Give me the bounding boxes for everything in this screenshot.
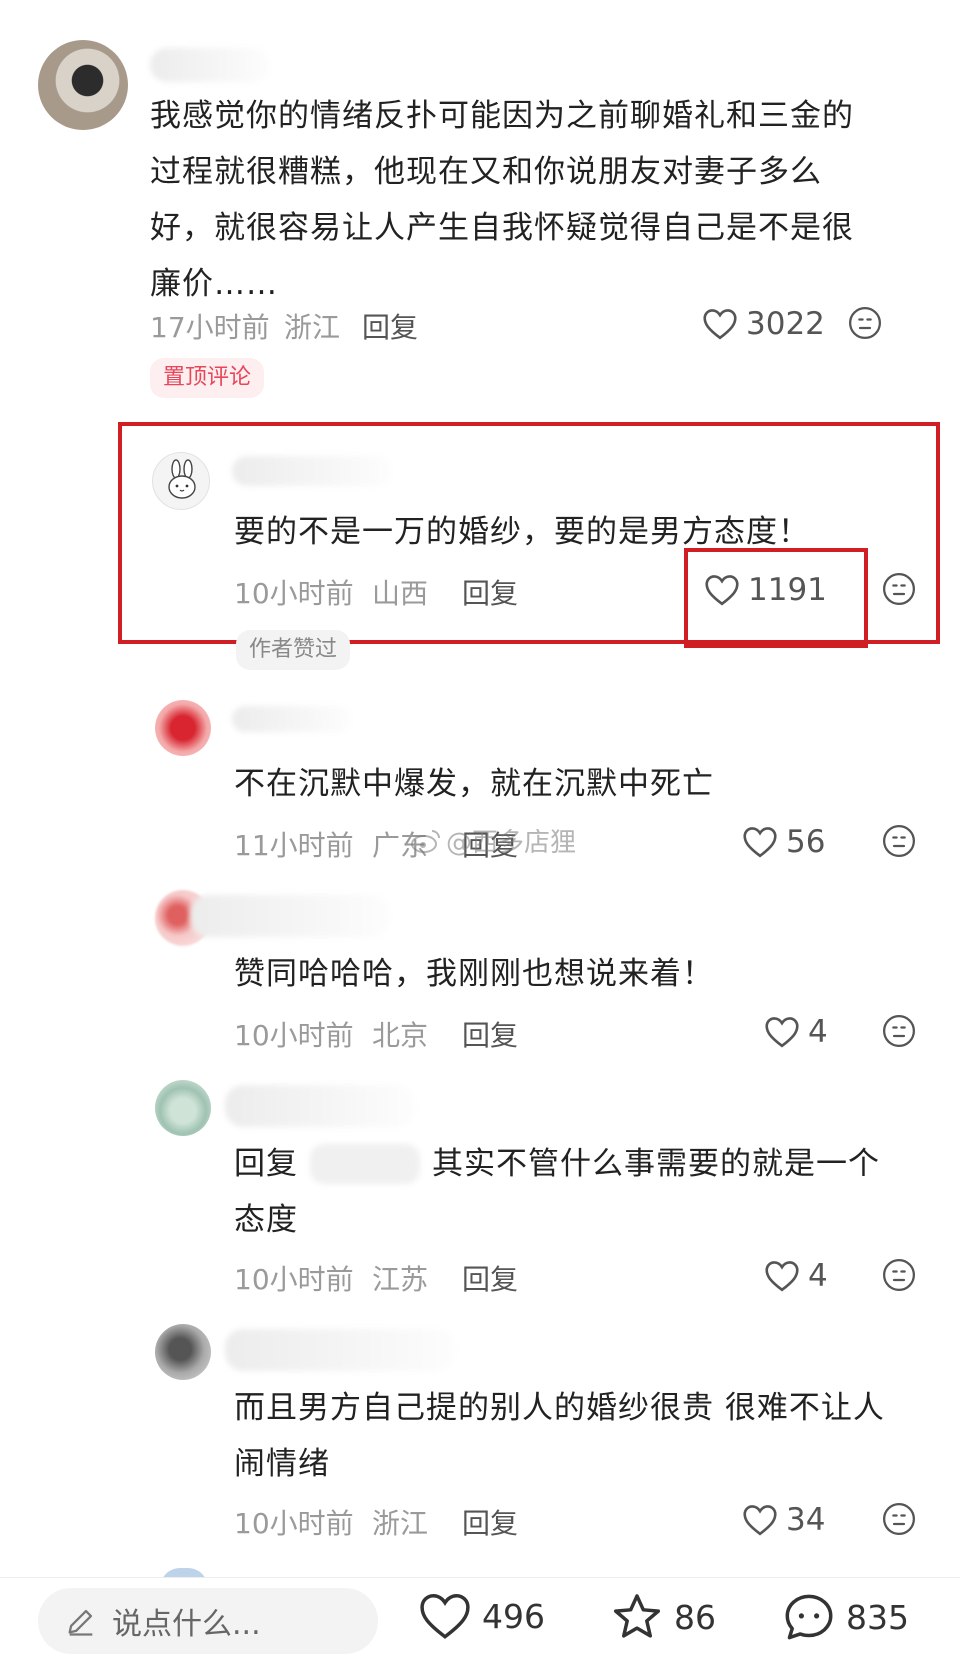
comment-line: 态度 [234,1202,298,1238]
comment-text: 我感觉你的情绪反扑可能因为之前聊婚礼和三金的 过程就很糟糕，他现在又和你说朋友对… [150,88,940,312]
comment-text: 而且男方自己提的别人的婚纱很贵 很难不让人 闹情绪 [234,1380,944,1492]
comment-line: 我感觉你的情绪反扑可能因为之前聊婚礼和三金的 [150,98,854,134]
like-button[interactable]: 4 [764,1258,828,1294]
comment-text: 赞同哈哈哈，我刚刚也想说来着！ [234,946,914,1002]
bottom-bar: 说点什么... 496 86 835 [0,1577,960,1662]
comment-region: 浙江 [284,311,341,344]
emoji-face-icon[interactable] [882,1258,916,1292]
heart-icon [743,1505,777,1536]
post-favorite-count: 86 [674,1597,716,1637]
like-count: 56 [786,824,826,860]
heart-icon [765,1261,799,1292]
post-like-button[interactable]: 496 [418,1592,545,1640]
heart-icon [705,575,739,606]
comment-line: 其实不管什么事需要的就是一个 [432,1146,880,1182]
comment-line: 回复 其实不管什么事需要的就是一个 [234,1136,934,1192]
like-count: 3022 [746,306,825,342]
comment-line: 不在沉默中爆发，就在沉默中死亡 [234,766,714,802]
comment-text: 不在沉默中爆发，就在沉默中死亡 [234,756,914,812]
comment-region: 北京 [372,1019,429,1052]
comment-text: 回复 其实不管什么事需要的就是一个 态度 [234,1136,934,1248]
input-placeholder: 说点什么... [112,1607,261,1642]
avatar[interactable] [152,452,210,510]
heart-icon [420,1593,470,1639]
comment-time: 11小时前 [234,829,354,862]
comment-input[interactable]: 说点什么... [38,1588,378,1654]
watermark-text: @西多店狸 [446,828,577,858]
pinned-tag: 置顶评论 [150,358,265,398]
username-blurred[interactable] [225,1085,415,1127]
reply-button[interactable]: 回复 [462,1014,518,1054]
avatar[interactable] [155,1080,211,1136]
comment-time: 17小时前 [150,311,270,344]
comment-time: 10小时前 [234,577,354,610]
author-liked-tag: 作者赞过 [236,630,351,670]
reply-button[interactable]: 回复 [462,1258,518,1298]
like-count: 1191 [748,572,827,608]
emoji-face-icon[interactable] [882,824,916,858]
username-blurred[interactable] [232,706,352,732]
heart-icon [703,309,737,340]
emoji-face-icon[interactable] [882,1014,916,1048]
heart-icon [743,827,777,858]
post-like-count: 496 [482,1596,545,1636]
like-count: 4 [808,1014,828,1050]
emoji-face-icon[interactable] [882,572,916,606]
bunny-avatar-icon [168,459,196,499]
username-blurred[interactable] [232,456,392,486]
avatar[interactable] [38,40,128,130]
post-comment-button[interactable]: 835 [782,1592,909,1642]
avatar[interactable] [155,1324,211,1380]
pencil-icon [68,1609,93,1636]
weibo-logo-icon [411,829,440,853]
like-count: 34 [786,1502,826,1538]
watermark: @西多店狸 [410,822,576,859]
comment-region: 山西 [372,577,429,610]
comment-region: 浙江 [372,1507,429,1540]
reply-button[interactable]: 回复 [462,1502,518,1542]
comment-line: 而且男方自己提的别人的婚纱很贵 很难不让人 [234,1390,885,1426]
star-icon [613,1594,661,1638]
like-count: 4 [808,1258,828,1294]
emoji-face-icon[interactable] [882,1502,916,1536]
reply-prefix: 回复 [234,1146,298,1182]
reply-button[interactable]: 回复 [362,306,418,346]
like-button[interactable]: 1191 [704,572,827,608]
comment-line: 闹情绪 [234,1446,330,1482]
reply-button[interactable]: 回复 [462,572,518,612]
username-blurred[interactable] [225,1329,455,1371]
comment-line: 好，就很容易让人产生自我怀疑觉得自己是不是很 [150,210,854,246]
comment-line: 过程就很糟糕，他现在又和你说朋友对妻子多么 [150,154,822,190]
comment-time: 10小时前 [234,1263,354,1296]
username-blurred[interactable] [150,48,270,82]
mention-blurred[interactable] [310,1144,420,1184]
like-button[interactable]: 34 [742,1502,825,1538]
emoji-face-icon[interactable] [848,306,882,340]
post-comment-count: 835 [846,1597,909,1637]
like-button[interactable]: 4 [764,1014,828,1050]
like-button[interactable]: 56 [742,824,825,860]
post-favorite-button[interactable]: 86 [610,1592,716,1642]
comment-line: 廉价…… [150,266,278,302]
comment-bubble-icon [785,1594,833,1640]
like-button[interactable]: 3022 [702,306,825,342]
comment-line: 赞同哈哈哈，我刚刚也想说来着！ [234,956,714,992]
avatar[interactable] [155,700,211,756]
username-blurred[interactable] [190,895,390,937]
comment-region: 江苏 [372,1263,429,1296]
comment-time: 10小时前 [234,1507,354,1540]
heart-icon [765,1017,799,1048]
comment-time: 10小时前 [234,1019,354,1052]
